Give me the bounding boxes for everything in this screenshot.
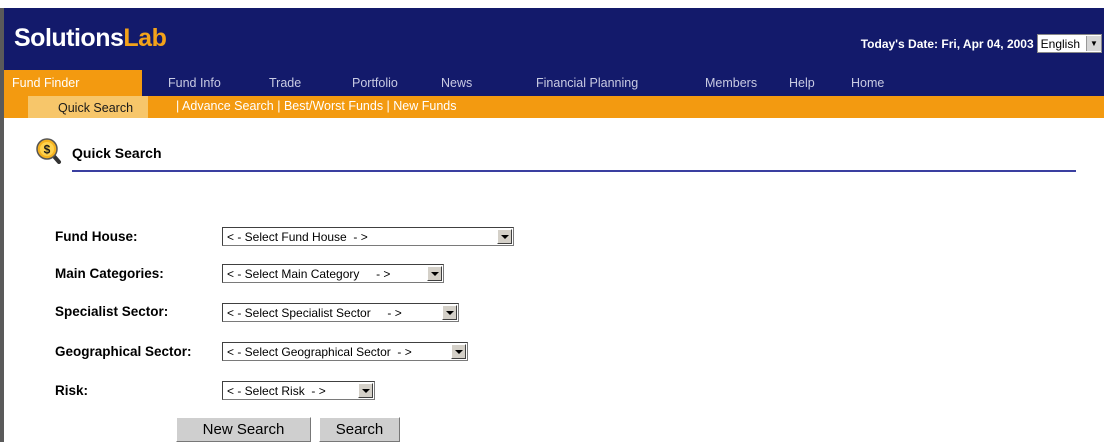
subnav-links: | Advance Search | Best/Worst Funds | Ne… xyxy=(176,99,457,113)
svg-text:$: $ xyxy=(44,143,51,157)
chevron-down-icon[interactable] xyxy=(497,229,512,244)
risk-label: Risk: xyxy=(55,383,89,398)
chevron-down-icon[interactable] xyxy=(442,305,457,320)
language-select-value: English xyxy=(1040,36,1080,51)
window-top-strip xyxy=(0,0,1104,8)
date-language-area: Today's Date: Fri, Apr 04, 2003 English … xyxy=(861,34,1102,53)
chevron-down-icon[interactable] xyxy=(358,383,373,398)
subnav-link-new-funds[interactable]: New Funds xyxy=(393,99,456,113)
nav-item-help[interactable]: Help xyxy=(789,76,815,90)
page-title: Quick Search xyxy=(72,145,162,161)
specialist-sector-label: Specialist Sector: xyxy=(55,304,169,319)
specialist-sector-select[interactable]: < - Select Specialist Sector - > xyxy=(222,303,459,322)
nav-item-fund-finder[interactable]: Fund Finder xyxy=(12,76,79,90)
site-header: SolutionsLab Today's Date: Fri, Apr 04, … xyxy=(4,8,1104,70)
new-search-button[interactable]: New Search xyxy=(176,417,311,442)
nav-item-portfolio[interactable]: Portfolio xyxy=(352,76,398,90)
geographical-sector-label: Geographical Sector: xyxy=(55,344,192,359)
nav-item-news[interactable]: News xyxy=(441,76,472,90)
subnav-current-tab[interactable]: Quick Search xyxy=(28,96,148,118)
sub-nav: Quick Search | Advance Search | Best/Wor… xyxy=(4,96,1104,118)
main-categories-label: Main Categories: xyxy=(55,266,164,281)
risk-select[interactable]: < - Select Risk - > xyxy=(222,381,375,400)
language-select[interactable]: English ▼ xyxy=(1036,34,1102,53)
fund-house-label: Fund House: xyxy=(55,229,138,244)
subnav-current-label: Quick Search xyxy=(58,101,134,115)
nav-item-fund-info[interactable]: Fund Info xyxy=(168,76,221,90)
nav-item-financial-planning[interactable]: Financial Planning xyxy=(536,76,638,90)
nav-item-members[interactable]: Members xyxy=(705,76,757,90)
fund-house-select-value: < - Select Fund House - > xyxy=(227,230,368,244)
title-divider xyxy=(72,170,1076,172)
search-button[interactable]: Search xyxy=(319,417,400,442)
chevron-down-icon[interactable] xyxy=(451,344,466,359)
subnav-link-best-worst-funds[interactable]: Best/Worst Funds xyxy=(284,99,383,113)
subnav-link-advance-search[interactable]: Advance Search xyxy=(182,99,274,113)
geographical-sector-select[interactable]: < - Select Geographical Sector - > xyxy=(222,342,468,361)
specialist-sector-select-value: < - Select Specialist Sector - > xyxy=(227,306,402,320)
search-dollar-icon: $ xyxy=(36,138,61,164)
solutionslab-logo[interactable]: SolutionsLab xyxy=(14,24,167,53)
nav-filler xyxy=(910,70,1104,96)
main-categories-select-value: < - Select Main Category - > xyxy=(227,267,391,281)
risk-select-value: < - Select Risk - > xyxy=(227,384,326,398)
nav-item-home[interactable]: Home xyxy=(851,76,884,90)
todays-date: Today's Date: Fri, Apr 04, 2003 xyxy=(860,36,1034,51)
chevron-down-icon[interactable] xyxy=(427,266,442,281)
fund-house-select[interactable]: < - Select Fund House - > xyxy=(222,227,514,246)
main-nav: Fund Finder Fund Info Trade Portfolio Ne… xyxy=(4,70,910,96)
geographical-sector-select-value: < - Select Geographical Sector - > xyxy=(227,345,412,359)
nav-item-trade[interactable]: Trade xyxy=(269,76,301,90)
logo-accent-text: Lab xyxy=(123,24,167,52)
logo-main-text: Solutions xyxy=(14,24,124,52)
chevron-down-icon[interactable]: ▼ xyxy=(1086,36,1101,51)
main-categories-select[interactable]: < - Select Main Category - > xyxy=(222,264,444,283)
